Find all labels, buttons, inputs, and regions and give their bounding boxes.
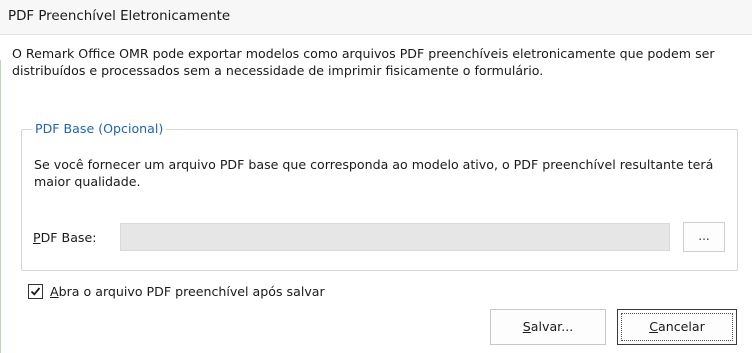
save-mnemonic: S	[522, 319, 531, 334]
open-after-save-mnemonic: A	[50, 284, 59, 299]
cancel-mnemonic: C	[649, 319, 659, 334]
pdf-base-label: PDF Base:	[33, 230, 96, 245]
save-label: alvar...	[530, 319, 574, 334]
pdf-base-description: Se você fornecer um arquivo PDF base que…	[34, 157, 714, 189]
cancel-label-text: ancelar	[658, 319, 705, 334]
browse-button[interactable]: ...	[683, 222, 725, 252]
open-after-save-checkbox[interactable]	[28, 284, 43, 299]
dialog-description: O Remark Office OMR pode exportar modelo…	[12, 46, 715, 78]
pdf-base-group-legend: PDF Base (Opcional)	[32, 121, 167, 136]
window-title: PDF Preenchível Eletronicamente	[8, 9, 231, 24]
title-bar[interactable]: PDF Preenchível Eletronicamente	[0, 0, 752, 35]
pdf-base-input[interactable]	[120, 223, 670, 251]
checkmark-icon	[30, 287, 41, 296]
pdf-base-label-mnemonic: P	[33, 230, 41, 245]
pdf-base-label-text: DF Base:	[40, 230, 97, 245]
open-after-save-label[interactable]: Abra o arquivo PDF preenchível após salv…	[50, 284, 325, 299]
save-button[interactable]: Salvar...	[490, 309, 606, 345]
cancel-button[interactable]: Cancelar	[617, 309, 737, 345]
open-after-save-text: bra o arquivo PDF preenchível após salva…	[58, 284, 325, 299]
pdf-export-dialog: PDF Preenchível Eletronicamente O Remark…	[0, 0, 752, 353]
cancel-label: Cancelar	[649, 319, 705, 334]
window-edge	[0, 60, 1, 353]
